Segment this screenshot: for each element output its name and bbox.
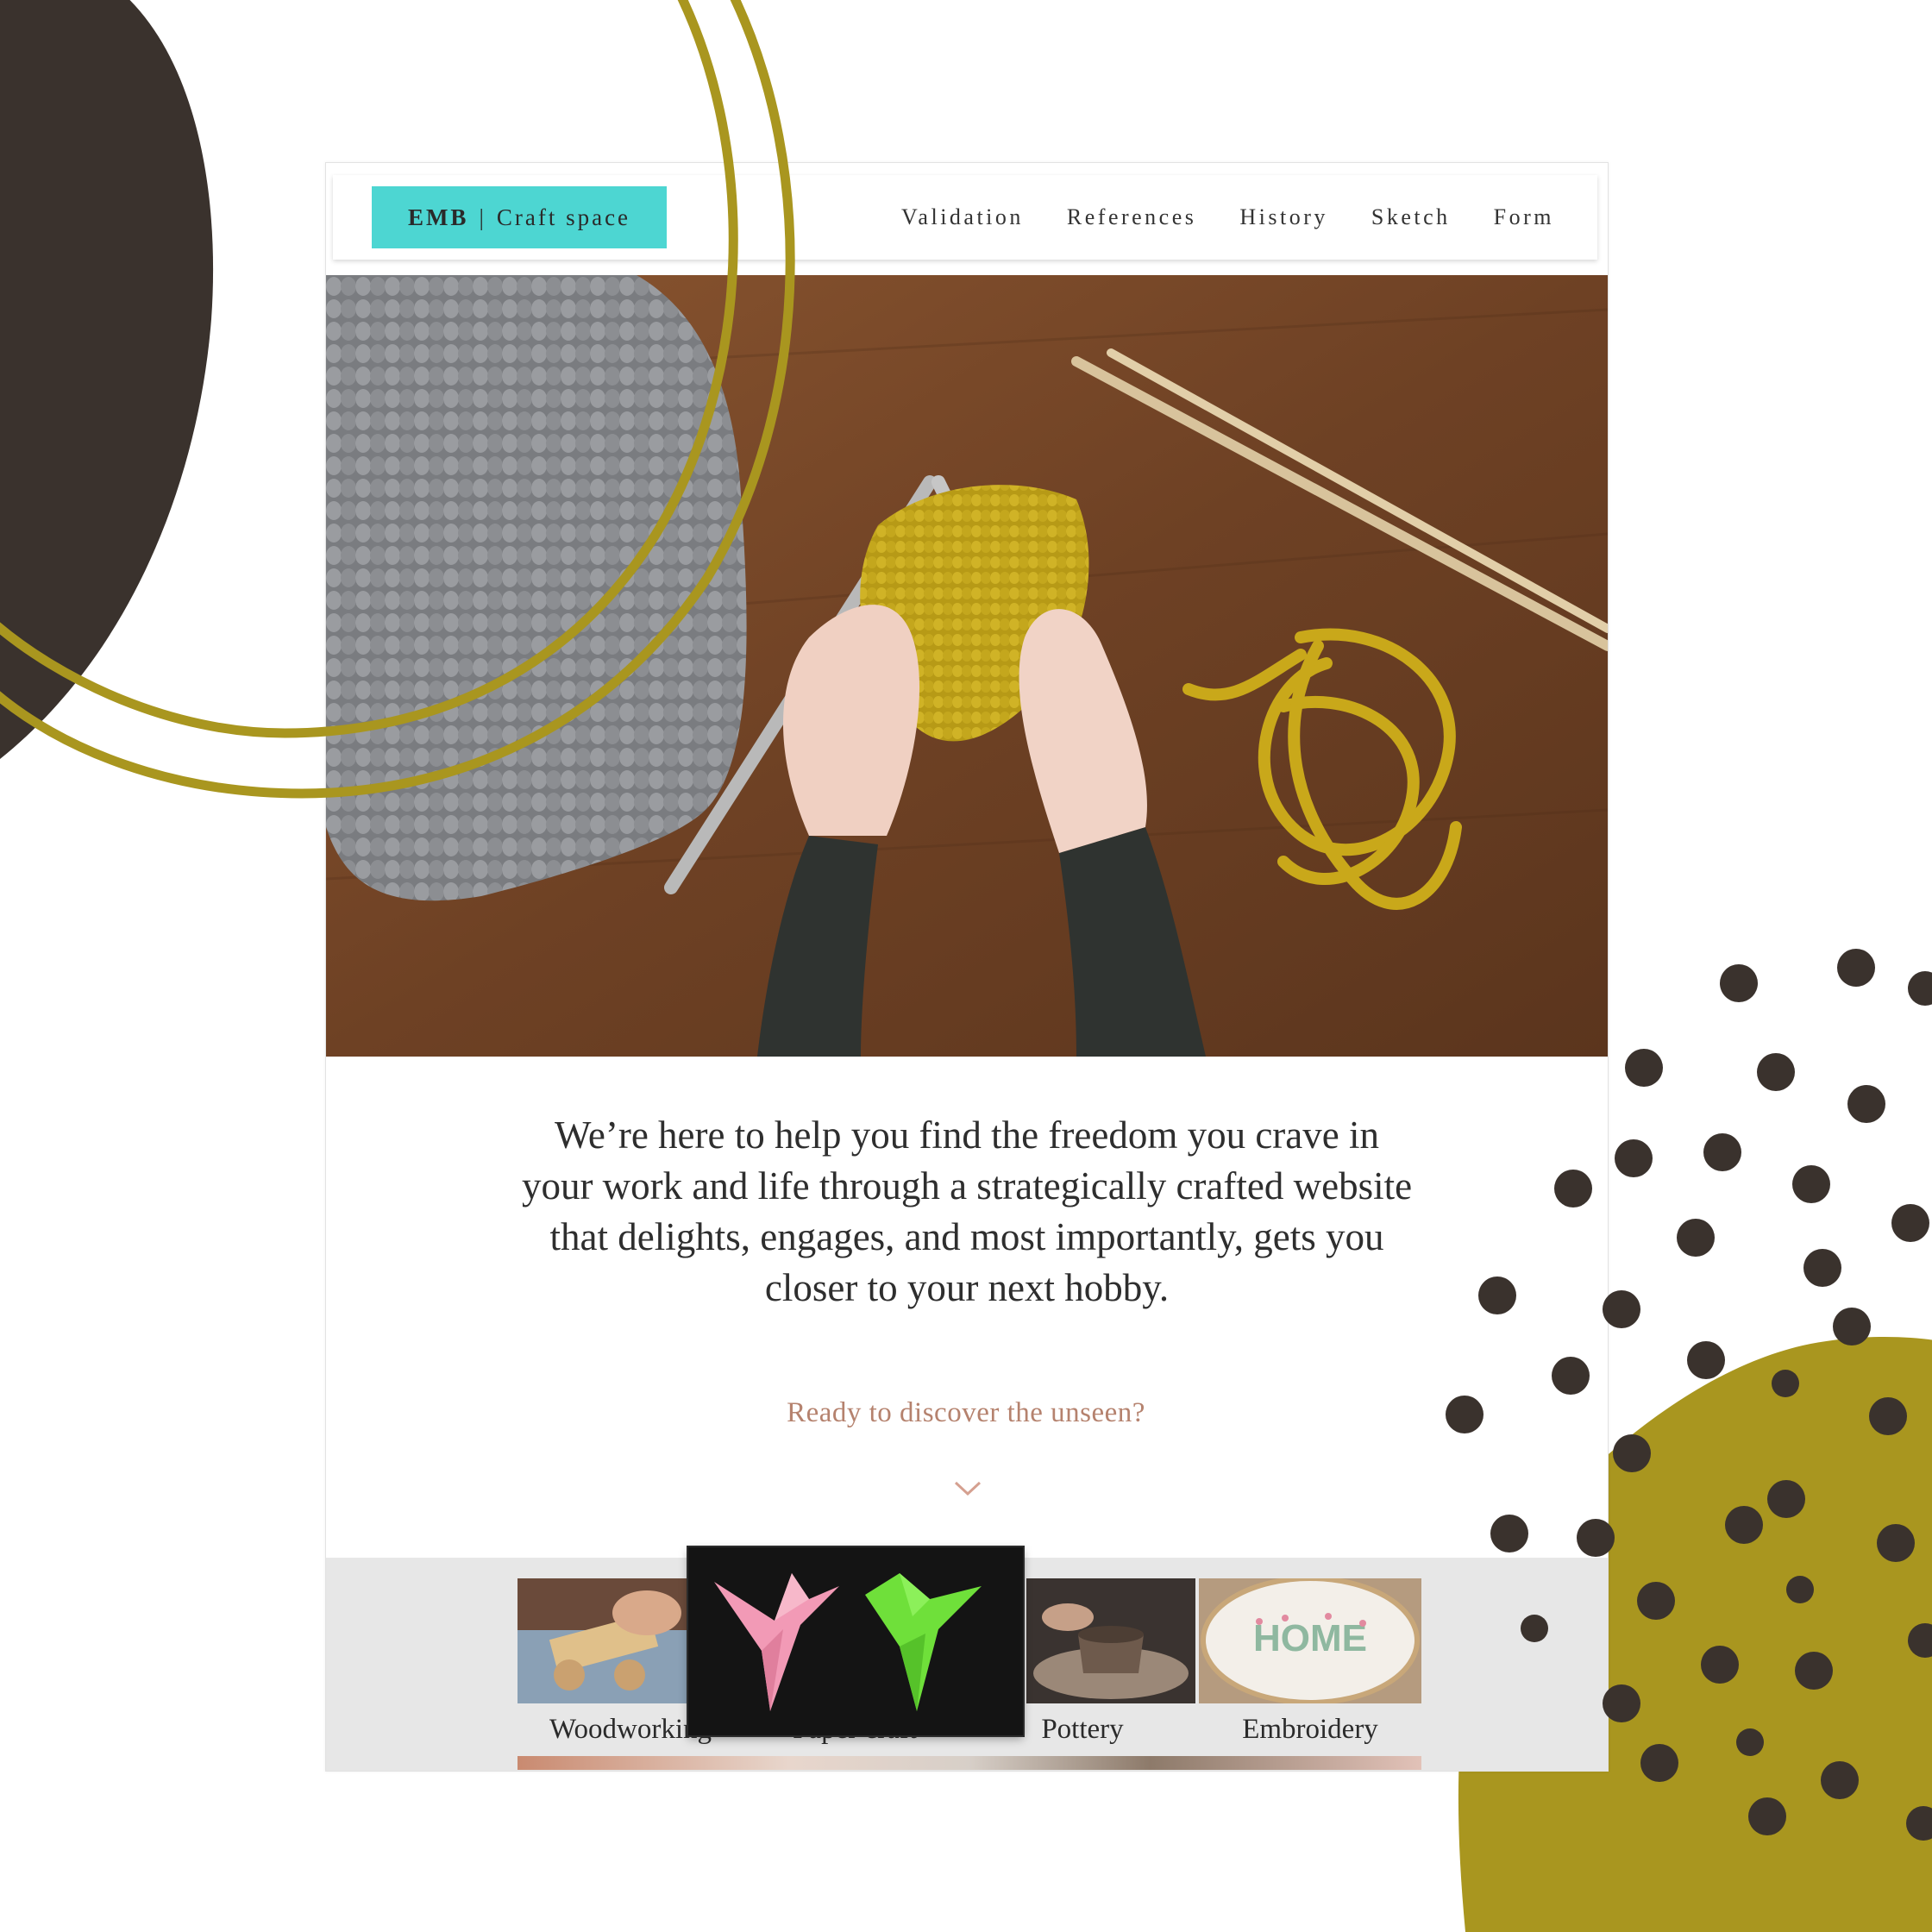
chevron-down-icon[interactable] [953,1479,982,1498]
website-frame: EMB | Craft space Validation References … [325,162,1609,1772]
woodworking-image [518,1578,687,1703]
nav-link-history[interactable]: History [1239,204,1328,230]
gallery-tile-paper-craft[interactable] [688,1547,1023,1735]
nav-link-validation[interactable]: Validation [901,204,1024,230]
gallery-tile-pottery[interactable] [1026,1578,1195,1703]
gallery-tile-woodworking[interactable] [518,1578,687,1703]
top-navigation: EMB | Craft space Validation References … [333,175,1597,260]
nav-link-references[interactable]: References [1067,204,1196,230]
nav-link-form[interactable]: Form [1494,204,1554,230]
embroidery-image: HOME [1199,1578,1421,1703]
logo-name: Craft space [496,204,631,230]
hero-knitting-image [326,275,1608,1057]
nav-link-sketch[interactable]: Sketch [1371,204,1451,230]
site-logo[interactable]: EMB | Craft space [372,186,667,248]
gallery-label-embroidery[interactable]: Embroidery [1199,1714,1421,1746]
logo-separator: | [479,204,486,230]
paper-craft-image [688,1547,1023,1735]
cta-link[interactable]: Ready to discover the unseen? [325,1397,1607,1429]
gallery-tile-embroidery[interactable]: HOME [1199,1578,1421,1703]
nav-menu: Validation References History Sketch For… [901,175,1554,260]
gallery-label-pottery[interactable]: Pottery [1026,1714,1138,1746]
pottery-image [1026,1578,1195,1703]
gallery-next-row [518,1756,1421,1770]
svg-text:HOME: HOME [1253,1617,1367,1659]
hero-tagline: We’re here to help you find the freedom … [521,1113,1413,1309]
logo-brand: EMB [407,204,469,230]
